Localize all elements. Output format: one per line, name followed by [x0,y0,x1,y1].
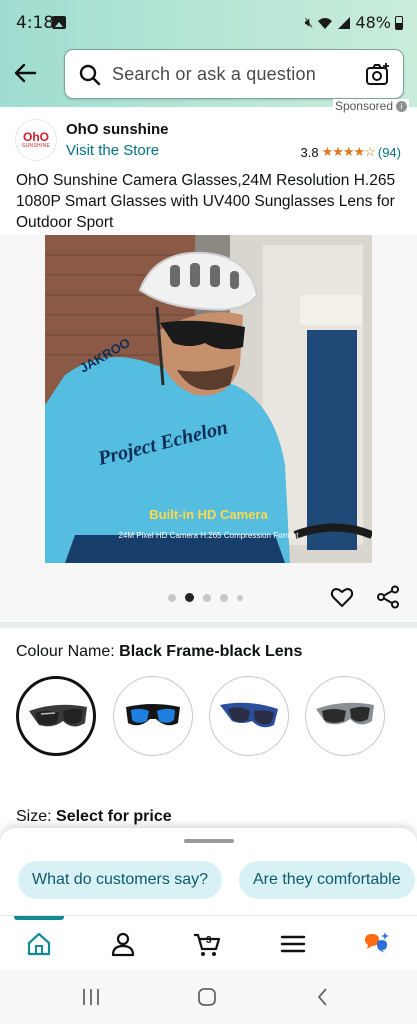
carousel-dot-active [185,593,194,602]
section-divider [0,622,417,628]
status-bar: 4:18 🔇︎ 48% [0,0,417,46]
carousel-dot [220,593,228,602]
cart-icon[interactable]: 3 [193,930,221,958]
search-icon [79,64,101,86]
rating-value: 3.8 [300,144,319,160]
logo-subtext: SUNSHINE [21,143,51,149]
search-bar[interactable]: Search or ask a question [64,49,404,99]
image-caption-sub: 24M Pixel HD Camera H.265 Compression Fo… [118,531,299,540]
sheet-drag-handle[interactable] [184,839,234,843]
suggestion-sheet: What do customers say? Are they comforta… [0,828,417,923]
system-navigation-bar [0,970,417,1024]
carousel-dot [168,593,176,602]
rating-stars-icon: ★★★★☆ [321,144,376,159]
sponsored-text: Sponsored [334,99,393,113]
carousel-dot [203,593,211,602]
black-lens-glasses-icon [29,704,87,727]
cart-count-badge: 3 [206,935,212,946]
share-icon[interactable] [376,585,400,609]
status-time: 4:18 [16,13,55,33]
grey-frame-glasses-icon [316,702,374,725]
navy-frame-glasses-icon [220,702,278,728]
mute-icon: 🔇︎ [304,14,314,31]
product-title: OhO Sunshine Camera Glasses,24M Resoluti… [16,172,396,231]
active-tab-indicator [14,916,64,920]
battery-percent: 48% [355,13,391,32]
colour-name-row: Colour Name: Black Frame-black Lens [16,643,302,661]
rufus-icon[interactable] [362,930,390,958]
sponsored-label[interactable]: Sponsored i [332,99,409,113]
colour-option-navy-frame[interactable] [209,676,289,756]
carousel-dot [237,594,243,601]
brand-name: OhO sunshine [66,121,169,138]
carousel-indicator [168,593,243,602]
system-back-icon[interactable] [313,987,335,1007]
system-home-icon[interactable] [196,987,218,1007]
blue-lens-glasses-icon [126,704,180,726]
colour-option-grey-frame[interactable] [305,676,385,756]
signal-icon [338,16,351,29]
account-icon[interactable] [109,930,137,958]
visit-store-link[interactable]: Visit the Store [66,142,159,159]
home-icon[interactable] [25,930,53,958]
colour-option-blue-lens[interactable] [113,676,193,756]
recent-apps-icon[interactable] [80,987,102,1007]
logo-text: OhO [23,130,49,144]
colour-selected-value: Black Frame-black Lens [119,643,303,660]
product-image[interactable]: JAKROO Project Echelon Built-in HD Camer… [45,235,372,563]
brand-logo[interactable]: OhO SUNSHINE [16,120,56,160]
status-right: 🔇︎ 48% [305,13,403,32]
size-value: Select for price [56,808,172,825]
suggestion-chip-comfortable[interactable]: Are they comfortable [239,861,415,899]
colour-option-black-lens[interactable] [16,676,96,756]
camera-search-icon[interactable] [365,62,391,88]
rating-summary[interactable]: 3.8 ★★★★☆ (94) [301,144,401,160]
battery-icon [395,15,403,30]
image-caption-main: Built-in HD Camera [149,507,268,522]
wifi-icon [318,17,333,29]
menu-icon[interactable] [279,930,307,958]
search-placeholder[interactable]: Search or ask a question [112,64,316,85]
heart-icon[interactable] [330,585,354,609]
colour-label: Colour Name: [16,643,115,660]
gallery-notification-icon [52,16,66,29]
size-row[interactable]: Size: Select for price [16,808,172,826]
bottom-navigation: 3 [0,915,417,970]
back-arrow-icon[interactable] [12,60,38,86]
suggestion-chip-customers-say[interactable]: What do customers say? [18,861,223,899]
info-icon: i [396,100,407,112]
size-label: Size: [16,808,52,825]
rating-count[interactable]: (94) [378,145,401,160]
